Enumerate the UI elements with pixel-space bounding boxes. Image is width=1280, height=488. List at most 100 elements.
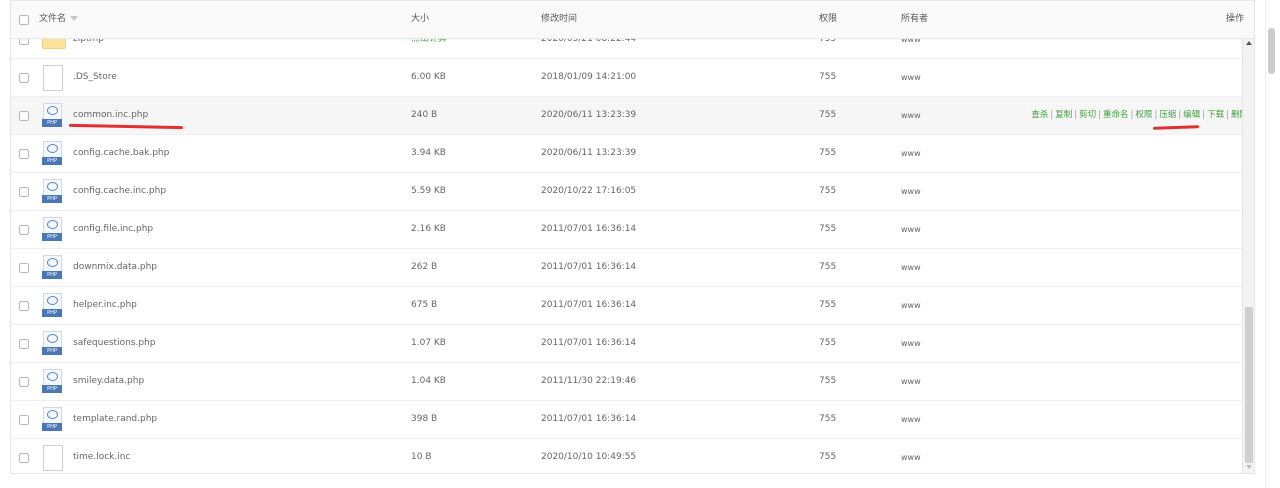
table-row[interactable]: ziptmp 点击计算 2020/05/21 08:22:44 755 www <box>11 39 1254 59</box>
php-file-icon[interactable]: PHP <box>42 141 62 165</box>
php-badge: PHP <box>42 233 62 241</box>
file-name-link[interactable]: smiley.data.php <box>73 363 144 400</box>
header-permissions[interactable]: 权限 <box>819 1 837 38</box>
cut-button[interactable]: 剪切 <box>1079 110 1096 120</box>
file-owner[interactable]: www <box>901 173 921 210</box>
file-owner[interactable]: www <box>901 59 921 96</box>
row-checkbox[interactable] <box>19 415 29 425</box>
file-name-link[interactable]: time.lock.inc <box>73 439 130 473</box>
folder-icon[interactable] <box>42 39 66 49</box>
header-owner[interactable]: 所有者 <box>901 1 928 38</box>
file-owner[interactable]: www <box>901 363 921 400</box>
file-name-link[interactable]: config.cache.inc.php <box>73 173 166 210</box>
file-owner[interactable]: www <box>901 135 921 172</box>
row-checkbox[interactable] <box>19 111 29 121</box>
table-row[interactable]: PHP downmix.data.php 262 B 2011/07/01 16:36… <box>11 249 1254 287</box>
file-owner[interactable]: www <box>901 287 921 324</box>
file-name-link[interactable]: ziptmp <box>73 39 104 58</box>
file-permissions[interactable]: 755 <box>819 249 836 286</box>
row-checkbox[interactable] <box>19 73 29 83</box>
table-row[interactable]: .DS_Store 6.00 KB 2018/01/09 14:21:00 755 ww… <box>11 59 1254 97</box>
row-checkbox[interactable] <box>19 263 29 273</box>
header-mtime[interactable]: 修改时间 <box>541 1 577 38</box>
row-checkbox[interactable] <box>19 149 29 159</box>
file-icon[interactable] <box>43 65 63 91</box>
table-row[interactable]: PHP template.rand.php 398 B 2011/07/01 16:3… <box>11 401 1254 439</box>
file-name-link[interactable]: .DS_Store <box>73 59 117 96</box>
file-owner[interactable]: www <box>901 211 921 248</box>
file-permissions[interactable]: 755 <box>819 59 836 96</box>
php-badge: PHP <box>42 157 62 165</box>
header-size[interactable]: 大小 <box>411 1 429 38</box>
file-permissions[interactable]: 755 <box>819 211 836 248</box>
file-permissions[interactable]: 755 <box>819 173 836 210</box>
file-name-link[interactable]: config.file.inc.php <box>73 211 153 248</box>
file-permissions[interactable]: 755 <box>819 97 836 134</box>
file-owner[interactable]: www <box>901 249 921 286</box>
download-button[interactable]: 下载 <box>1207 110 1224 120</box>
php-file-icon[interactable]: PHP <box>42 293 62 317</box>
file-permissions[interactable]: 755 <box>819 135 836 172</box>
header-name[interactable]: 文件名 <box>39 1 79 38</box>
php-file-icon[interactable]: PHP <box>42 103 62 127</box>
file-name-link[interactable]: config.cache.bak.php <box>73 135 169 172</box>
row-checkbox[interactable] <box>19 39 29 45</box>
table-row[interactable]: PHP smiley.data.php 1.04 KB 2011/11/30 22:1… <box>11 363 1254 401</box>
file-owner[interactable]: www <box>901 439 921 473</box>
php-file-icon[interactable]: PHP <box>42 331 62 355</box>
row-checkbox[interactable] <box>19 453 29 463</box>
file-mtime: 2020/06/11 13:23:39 <box>541 110 637 120</box>
file-permissions[interactable]: 755 <box>819 39 836 58</box>
page-scrollbar[interactable] <box>1265 0 1280 488</box>
permissions-button[interactable]: 权限 <box>1135 110 1152 120</box>
rename-button[interactable]: 重命名 <box>1103 110 1129 120</box>
php-file-icon[interactable]: PHP <box>42 407 62 431</box>
row-checkbox[interactable] <box>19 377 29 387</box>
file-permissions[interactable]: 755 <box>819 363 836 400</box>
file-size[interactable]: 点击计算 <box>411 39 447 58</box>
php-file-icon[interactable]: PHP <box>42 369 62 393</box>
select-all-checkbox[interactable] <box>19 15 29 25</box>
table-scrollbar-thumb[interactable] <box>1245 307 1253 463</box>
file-mtime: 2011/07/01 16:36:14 <box>541 338 637 348</box>
file-permissions[interactable]: 755 <box>819 325 836 362</box>
php-file-icon[interactable]: PHP <box>42 255 62 279</box>
action-separator: | <box>1074 110 1078 120</box>
scan-button[interactable]: 查杀 <box>1031 110 1048 120</box>
file-name-link[interactable]: safequestions.php <box>73 325 155 362</box>
row-checkbox[interactable] <box>19 301 29 311</box>
php-file-icon[interactable]: PHP <box>42 217 62 241</box>
php-file-icon[interactable]: PHP <box>42 179 62 203</box>
table-row[interactable]: PHP common.inc.php 240 B 2020/06/11 13:23:3… <box>11 97 1254 135</box>
file-owner[interactable]: www <box>901 325 921 362</box>
file-owner[interactable]: www <box>901 401 921 438</box>
file-name-link[interactable]: template.rand.php <box>73 401 157 438</box>
table-row[interactable]: time.lock.inc 10 B 2020/10/10 10:49:55 755 w… <box>11 439 1254 473</box>
file-owner[interactable]: www <box>901 39 921 58</box>
file-permissions[interactable]: 755 <box>819 287 836 324</box>
row-checkbox[interactable] <box>19 339 29 349</box>
copy-button[interactable]: 复制 <box>1055 110 1072 120</box>
table-row[interactable]: PHP config.cache.inc.php 5.59 KB 2020/10/22… <box>11 173 1254 211</box>
scroll-down-icon[interactable] <box>1246 465 1252 469</box>
edit-button[interactable]: 编辑 <box>1183 110 1200 120</box>
php-badge: PHP <box>42 385 62 393</box>
file-permissions[interactable]: 755 <box>819 439 836 473</box>
table-row[interactable]: PHP config.cache.bak.php 3.94 KB 2020/06/11… <box>11 135 1254 173</box>
table-row[interactable]: PHP helper.inc.php 675 B 2011/07/01 16:36:1… <box>11 287 1254 325</box>
sort-icon[interactable] <box>70 16 79 21</box>
file-name-link[interactable]: helper.inc.php <box>73 287 137 324</box>
file-owner[interactable]: www <box>901 97 921 134</box>
file-icon[interactable] <box>43 445 63 471</box>
scroll-up-icon[interactable] <box>1246 41 1252 45</box>
table-row[interactable]: PHP safequestions.php 1.07 KB 2011/07/01 16… <box>11 325 1254 363</box>
page-scrollbar-thumb[interactable] <box>1268 28 1275 74</box>
file-permissions[interactable]: 755 <box>819 401 836 438</box>
file-name-link[interactable]: downmix.data.php <box>73 249 157 286</box>
file-name-link[interactable]: common.inc.php <box>73 97 148 134</box>
row-checkbox[interactable] <box>19 187 29 197</box>
compress-button[interactable]: 压缩 <box>1159 110 1176 120</box>
row-checkbox[interactable] <box>19 225 29 235</box>
table-row[interactable]: PHP config.file.inc.php 2.16 KB 2011/07/01 … <box>11 211 1254 249</box>
table-scrollbar[interactable] <box>1242 39 1254 473</box>
